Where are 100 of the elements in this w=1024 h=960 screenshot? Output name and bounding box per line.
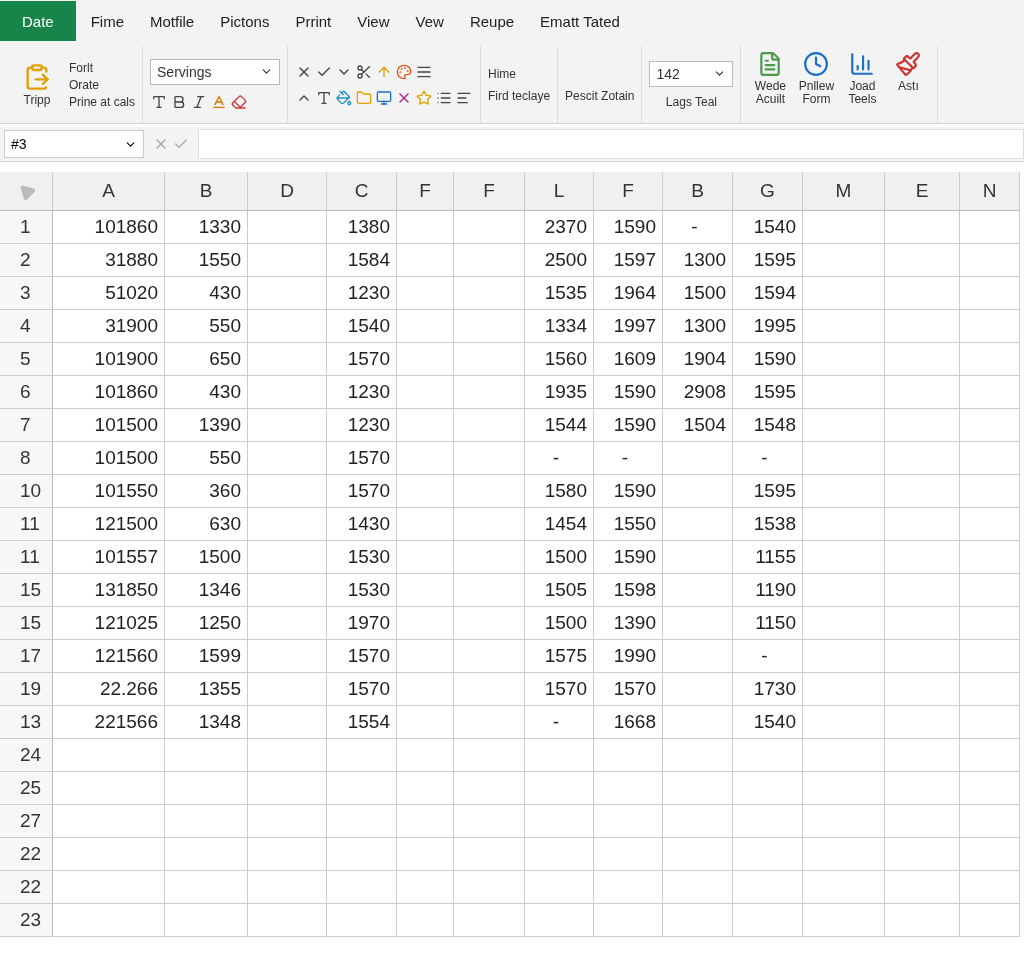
empty-cell <box>397 376 454 409</box>
table-cell: 1530 <box>327 574 397 607</box>
table-cell: 1540 <box>733 211 803 244</box>
table-cell: 31900 <box>53 310 165 343</box>
row-header[interactable]: 19 <box>0 673 53 706</box>
column-header[interactable]: M <box>803 172 885 211</box>
ribbon-large-button[interactable]: Joad Teels <box>840 50 885 107</box>
row-header[interactable]: 13 <box>0 706 53 739</box>
column-header[interactable]: F <box>454 172 525 211</box>
empty-cell <box>454 607 525 640</box>
row-header[interactable]: 15 <box>0 607 53 640</box>
row-header[interactable]: 3 <box>0 277 53 310</box>
ribbon-command[interactable]: Orate <box>69 77 136 92</box>
table-cell: 1380 <box>327 211 397 244</box>
name-box[interactable]: #3 <box>4 130 144 158</box>
column-header[interactable]: B <box>663 172 733 211</box>
row-header[interactable]: 5 <box>0 343 53 376</box>
ribbon-large-button[interactable]: Astı <box>886 50 931 94</box>
empty-cell <box>594 739 663 772</box>
empty-cell <box>960 574 1020 607</box>
column-header[interactable]: L <box>525 172 594 211</box>
ribbon-command[interactable]: Lags Teal <box>649 94 734 109</box>
row-header[interactable]: 22 <box>0 871 53 904</box>
empty-cell <box>454 409 525 442</box>
monitor-icon[interactable] <box>375 88 394 107</box>
column-header[interactable]: F <box>594 172 663 211</box>
star-icon[interactable] <box>415 88 434 107</box>
empty-cell <box>594 871 663 904</box>
table-cell: 1970 <box>327 607 397 640</box>
row-header[interactable]: 2 <box>0 244 53 277</box>
column-header[interactable]: A <box>53 172 165 211</box>
empty-cell <box>397 277 454 310</box>
table-cell: - <box>733 442 803 475</box>
ribbon-tab[interactable]: Pictons <box>209 1 281 41</box>
ribbon-tab[interactable]: Reupe <box>458 1 526 41</box>
table-cell: 650 <box>165 343 248 376</box>
column-header[interactable]: N <box>960 172 1020 211</box>
row-header[interactable]: 10 <box>0 475 53 508</box>
table-cell: 1997 <box>594 310 663 343</box>
row-header[interactable]: 15 <box>0 574 53 607</box>
clipboard-label: Tripp <box>23 93 51 108</box>
table-cell: 31880 <box>53 244 165 277</box>
row-header[interactable]: 25 <box>0 772 53 805</box>
empty-cell <box>525 739 594 772</box>
clock-icon <box>802 50 831 78</box>
ribbon-tab[interactable]: Motfile <box>139 1 206 41</box>
column-header[interactable]: E <box>885 172 960 211</box>
table-cell: 1570 <box>327 475 397 508</box>
ribbon-command[interactable]: Fird teclaye <box>488 88 551 103</box>
table-cell: 101860 <box>53 211 165 244</box>
font-dropdown[interactable]: Servings <box>150 58 281 85</box>
empty-cell <box>397 211 454 244</box>
empty-cell <box>397 904 454 937</box>
ribbon-tab[interactable]: Ematt Tated <box>529 1 631 41</box>
ribbon-tab[interactable]: Date <box>0 1 76 41</box>
size-dropdown[interactable]: 142 <box>649 60 734 87</box>
empty-cell <box>327 805 397 838</box>
column-header[interactable]: F <box>397 172 454 211</box>
ribbon-tab[interactable]: Vew <box>404 1 455 41</box>
table-cell: 1598 <box>594 574 663 607</box>
ribbon-tab[interactable]: Prrint <box>284 1 343 41</box>
row-header[interactable]: 1 <box>0 211 53 244</box>
ribbon-command[interactable]: Pescit Zotain <box>565 88 635 103</box>
ribbon-large-button[interactable]: Wede Acuilt <box>748 50 793 107</box>
ribbon-large-button[interactable]: Pnllew Form <box>794 50 839 107</box>
table-cell: 1548 <box>733 409 803 442</box>
row-header[interactable]: 8 <box>0 442 53 475</box>
row-header[interactable]: 17 <box>0 640 53 673</box>
row-header[interactable]: 24 <box>0 739 53 772</box>
ribbon-tab[interactable]: Fime <box>79 1 136 41</box>
table-cell: - <box>663 211 733 244</box>
empty-cell <box>663 541 733 574</box>
row-header[interactable]: 23 <box>0 904 53 937</box>
column-header[interactable]: D <box>248 172 327 211</box>
ribbon-tab[interactable]: View <box>346 1 401 41</box>
table-cell: 1390 <box>594 607 663 640</box>
table-cell: 630 <box>165 508 248 541</box>
row-header[interactable]: 7 <box>0 409 53 442</box>
column-header[interactable]: B <box>165 172 248 211</box>
formula-field[interactable] <box>198 129 1024 159</box>
row-header[interactable]: 11 <box>0 541 53 574</box>
row-header[interactable]: 6 <box>0 376 53 409</box>
style-dropdown[interactable]: Hime <box>488 66 551 81</box>
column-header[interactable]: G <box>733 172 803 211</box>
ribbon-command[interactable]: Forlt <box>69 60 136 75</box>
empty-cell <box>960 475 1020 508</box>
empty-cell <box>960 211 1020 244</box>
empty-cell <box>663 772 733 805</box>
row-header[interactable]: 4 <box>0 310 53 343</box>
row-header[interactable]: 11 <box>0 508 53 541</box>
table-cell: 1580 <box>525 475 594 508</box>
row-header[interactable]: 27 <box>0 805 53 838</box>
row-header[interactable]: 22 <box>0 838 53 871</box>
table-cell: 101557 <box>53 541 165 574</box>
column-header[interactable]: C <box>327 172 397 211</box>
empty-cell <box>454 343 525 376</box>
eraser-icon[interactable] <box>230 92 249 111</box>
ribbon-command[interactable]: Prine at cals <box>69 94 136 109</box>
table-cell: 550 <box>165 310 248 343</box>
empty-cell <box>960 706 1020 739</box>
